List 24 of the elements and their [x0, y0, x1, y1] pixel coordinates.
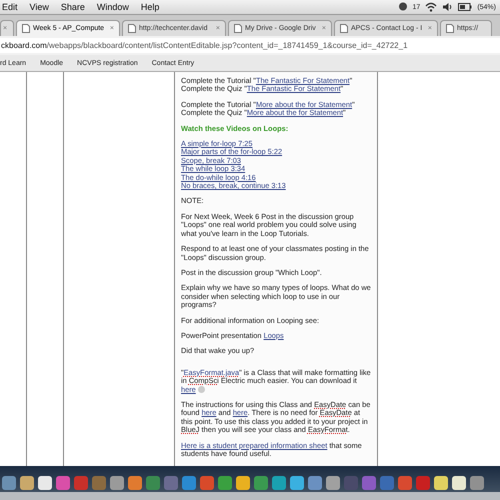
app-icon[interactable]: [452, 476, 466, 490]
speaker-icon[interactable]: [442, 2, 454, 12]
page-icon: [340, 24, 348, 33]
app-icon[interactable]: [434, 476, 448, 490]
menu-item[interactable]: Help: [140, 2, 160, 12]
menu-item[interactable]: View: [30, 2, 49, 12]
app-icon[interactable]: [38, 476, 52, 490]
app-icon[interactable]: [128, 476, 142, 490]
page-icon: [22, 24, 30, 33]
address-field[interactable]: ckboard.com/webapps/blackboard/content/listContentEditable.jsp?content_id=_18741459_1&course_id=_42722_1: [0, 38, 500, 53]
app-icon[interactable]: [290, 476, 304, 490]
menu-item[interactable]: Edit: [2, 2, 18, 12]
download-icon[interactable]: [198, 386, 205, 394]
app-icon[interactable]: [326, 476, 340, 490]
app-icon[interactable]: [20, 476, 34, 490]
app-icon[interactable]: [236, 476, 250, 490]
page-icon: [128, 24, 136, 33]
app-icon[interactable]: [110, 476, 124, 490]
page-icon: [446, 24, 454, 33]
menu-item[interactable]: Share: [60, 2, 85, 12]
menu-item[interactable]: Window: [96, 2, 129, 12]
battery-icon[interactable]: [458, 3, 472, 11]
page-icon: [234, 24, 242, 33]
wifi-icon[interactable]: [425, 2, 438, 12]
